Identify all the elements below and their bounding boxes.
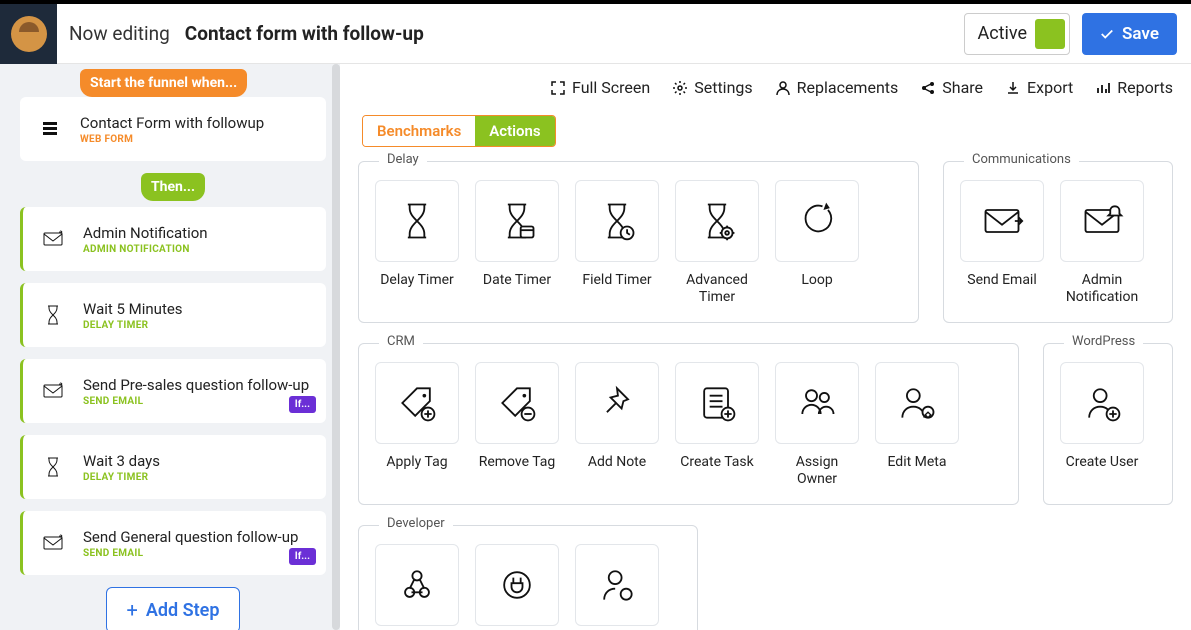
step-card[interactable]: Send Pre-sales question follow-up SEND E…	[20, 359, 326, 423]
gear-icon	[672, 80, 688, 96]
reports-button[interactable]: Reports	[1095, 78, 1173, 97]
tool-label: Full Screen	[572, 78, 650, 97]
status-dropdown[interactable]: Active	[964, 13, 1070, 55]
step-title: Send Pre-sales question follow-up	[83, 376, 309, 394]
group-legend: Developer	[379, 516, 453, 531]
tile-field-timer[interactable]: Field Timer	[575, 180, 659, 306]
group-delay: Delay Delay Timer Date Timer Field Timer…	[358, 161, 919, 323]
group-developer: Developer	[358, 525, 698, 630]
step-tag: ADMIN NOTIFICATION	[83, 244, 208, 255]
tile-webhook[interactable]	[375, 544, 459, 626]
content: Full Screen Settings Replacements Share …	[340, 64, 1191, 630]
envelope-icon	[37, 227, 69, 251]
envelope-icon	[37, 379, 69, 403]
group-legend: Delay	[379, 152, 427, 167]
group-legend: CRM	[379, 334, 423, 349]
step-card[interactable]: Admin Notification ADMIN NOTIFICATION	[20, 207, 326, 271]
group-crm: CRM Apply Tag Remove Tag Add Note Create…	[358, 343, 1019, 505]
tile-admin-notification[interactable]: Admin Notification	[1060, 180, 1144, 306]
page-title: Contact form with follow-up	[185, 22, 965, 45]
add-step-button[interactable]: + Add Step	[106, 587, 241, 630]
step-tag: SEND EMAIL	[83, 548, 298, 559]
tool-label: Settings	[694, 78, 752, 97]
tab-benchmarks[interactable]: Benchmarks	[363, 116, 475, 146]
export-button[interactable]: Export	[1005, 78, 1073, 97]
tile-delay-timer[interactable]: Delay Timer	[375, 180, 459, 306]
tile-add-note[interactable]: Add Note	[575, 362, 659, 488]
then-ribbon: Then...	[141, 173, 205, 201]
tile-create-task[interactable]: Create Task	[675, 362, 759, 488]
tile-assign-owner[interactable]: Assign Owner	[775, 362, 859, 488]
status-label: Active	[977, 23, 1027, 44]
tool-label: Replacements	[797, 78, 899, 97]
tile-apply-tag[interactable]: Apply Tag	[375, 362, 459, 488]
tab-actions[interactable]: Actions	[475, 116, 554, 146]
group-communications: Communications Send Email Admin Notifica…	[943, 161, 1173, 323]
step-card[interactable]: Wait 5 Minutes DELAY TIMER	[20, 283, 326, 347]
envelope-icon	[37, 531, 69, 555]
tile-plugin[interactable]	[475, 544, 559, 626]
tile-loop[interactable]: Loop	[775, 180, 859, 306]
download-icon	[1005, 80, 1021, 96]
save-label: Save	[1122, 24, 1159, 44]
step-tag: DELAY TIMER	[83, 320, 183, 331]
tabs: Benchmarks Actions	[362, 115, 556, 147]
step-title: Wait 5 Minutes	[83, 300, 183, 318]
if-badge[interactable]: If...	[289, 548, 316, 565]
chart-icon	[1095, 80, 1111, 96]
app-logo	[0, 4, 57, 64]
start-ribbon: Start the funnel when...	[80, 69, 247, 97]
tool-label: Export	[1027, 78, 1073, 97]
step-title: Admin Notification	[83, 224, 208, 242]
step-tag: WEB FORM	[80, 134, 264, 145]
tile-remove-tag[interactable]: Remove Tag	[475, 362, 559, 488]
plus-icon: +	[127, 598, 138, 622]
group-legend: Communications	[964, 152, 1079, 167]
share-icon	[920, 80, 936, 96]
step-card[interactable]: Wait 3 days DELAY TIMER	[20, 435, 326, 499]
tile-create-user[interactable]: Create User	[1060, 362, 1144, 488]
add-step-label: Add Step	[146, 600, 220, 621]
fullscreen-button[interactable]: Full Screen	[550, 78, 650, 97]
tool-label: Reports	[1117, 78, 1173, 97]
settings-button[interactable]: Settings	[672, 78, 752, 97]
replacements-button[interactable]: Replacements	[775, 78, 899, 97]
tile-date-timer[interactable]: Date Timer	[475, 180, 559, 306]
tile-edit-meta[interactable]: Edit Meta	[875, 362, 959, 488]
webform-icon	[34, 117, 66, 141]
tile-advanced-timer[interactable]: Advanced Timer	[675, 180, 759, 306]
step-card[interactable]: Contact Form with followup WEB FORM	[20, 97, 326, 161]
step-tag: SEND EMAIL	[83, 396, 309, 407]
group-legend: WordPress	[1064, 334, 1143, 349]
share-button[interactable]: Share	[920, 78, 983, 97]
tile-send-email[interactable]: Send Email	[960, 180, 1044, 306]
hourglass-icon	[37, 455, 69, 479]
header: Now editing Contact form with follow-up …	[0, 4, 1191, 64]
tile-user-gear[interactable]	[575, 544, 659, 626]
check-icon	[1100, 27, 1114, 41]
if-badge[interactable]: If...	[289, 396, 316, 413]
user-icon	[775, 80, 791, 96]
status-color-swatch	[1035, 19, 1065, 49]
fullscreen-icon	[550, 80, 566, 96]
save-button[interactable]: Save	[1082, 13, 1177, 55]
step-title: Wait 3 days	[83, 452, 160, 470]
tool-label: Share	[942, 78, 983, 97]
step-tag: DELAY TIMER	[83, 472, 160, 483]
step-title: Contact Form with followup	[80, 114, 264, 132]
content-toolbar: Full Screen Settings Replacements Share …	[358, 78, 1173, 97]
sidebar: Start the funnel when... Contact Form wi…	[0, 64, 340, 630]
now-editing-label: Now editing	[69, 22, 170, 45]
group-wordpress: WordPress Create User	[1043, 343, 1173, 505]
step-title: Send General question follow-up	[83, 528, 298, 546]
step-card[interactable]: Send General question follow-up SEND EMA…	[20, 511, 326, 575]
hourglass-icon	[37, 303, 69, 327]
